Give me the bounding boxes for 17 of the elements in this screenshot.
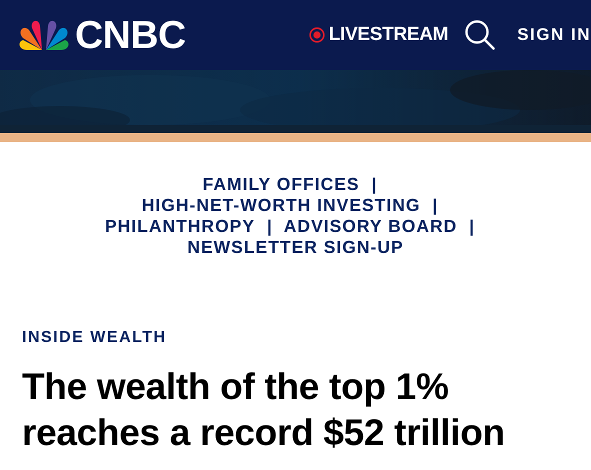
nav-link[interactable]: FAMILY OFFICES (202, 174, 360, 195)
nav-link[interactable]: PHILANTHROPY (104, 216, 256, 237)
nav-link[interactable]: NEWSLETTER SIGN-UP (187, 237, 404, 258)
separator: | (432, 195, 438, 216)
livestream-link[interactable]: LIVESTREAM (328, 20, 448, 50)
peacock-icon (17, 18, 71, 52)
separator: | (372, 174, 376, 195)
live-dot-icon (308, 27, 325, 43)
headline: The wealth of the top 1% reaches a record $52 trillion (22, 365, 506, 455)
section-label[interactable]: INSIDE WEALTH (22, 326, 591, 350)
nav-link[interactable]: HIGH-NET-WORTH INVESTING (142, 195, 420, 216)
nav-link[interactable]: ADVISORY BOARD (284, 216, 458, 237)
search-icon[interactable] (464, 19, 496, 51)
logo-text[interactable]: CNBC (75, 16, 186, 54)
sign-in-link[interactable]: SIGN IN (517, 22, 591, 48)
separator: | (469, 216, 474, 237)
separator: | (267, 216, 272, 237)
